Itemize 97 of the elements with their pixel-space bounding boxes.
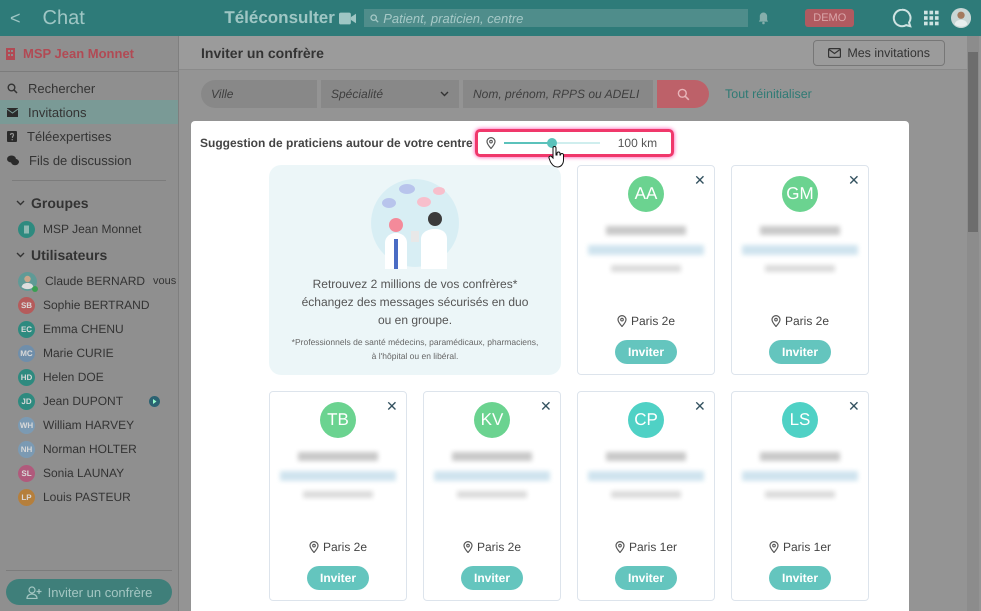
location-pin-icon [308, 541, 319, 553]
chat-bubbles-icon [7, 154, 19, 166]
search-placeholder: Patient, praticien, centre [383, 10, 524, 26]
specialty-select[interactable]: Spécialité [321, 80, 459, 108]
user-item[interactable]: SL Sonia LAUNAY [0, 461, 178, 485]
location-pin-icon [770, 315, 781, 327]
location-pin-icon [768, 541, 779, 553]
user-item[interactable]: MC Marie CURIE [0, 341, 178, 365]
suggestions-title: Suggestion de praticiens autour de votre centre [200, 136, 473, 150]
question-icon [7, 130, 17, 142]
chat-bubble-icon[interactable] [892, 7, 912, 29]
user-avatar: JD [18, 392, 35, 410]
search-icon [7, 82, 18, 94]
location-text: Paris 2e [784, 314, 830, 328]
sidebar-item[interactable]: Téléexpertises [0, 124, 178, 148]
chevron-down-icon [16, 252, 25, 258]
my-invitations-button[interactable]: Mes invitations [813, 40, 945, 66]
practitioner-avatar: LS [782, 402, 818, 438]
user-avatar: EC [18, 320, 35, 338]
user-avatar: LP [18, 488, 35, 506]
user-item[interactable]: Claude BERNARD vous [0, 269, 178, 293]
brand-name: Téléconsulter [224, 8, 335, 28]
add-user-icon [26, 586, 42, 598]
practitioner-avatar: CP [628, 402, 664, 438]
user-avatar: WH [18, 416, 35, 434]
user-avatar [18, 272, 37, 290]
location-text: Paris 2e [476, 540, 522, 554]
user-item[interactable]: HD Helen DOE [0, 365, 178, 389]
practitioner-avatar: GM [782, 176, 818, 212]
invite-button[interactable]: Inviter [461, 566, 523, 590]
group-item[interactable]: MSP Jean Monnet [0, 217, 178, 241]
user-item[interactable]: SB Sophie BERTRAND [0, 293, 178, 317]
app-title: Chat [42, 6, 86, 30]
location-text: Paris 2e [630, 314, 676, 328]
user-item[interactable]: LP Louis PASTEUR [0, 485, 178, 509]
envelope-icon [828, 48, 842, 58]
invite-button[interactable]: Inviter [769, 340, 831, 364]
user-avatar: SL [18, 464, 35, 482]
info-headline: Retrouvez 2 millions de vos confrères* échangez des messages sécurisés en duo ou en groupe. [300, 276, 530, 329]
section-title: Utilisateurs [31, 247, 108, 263]
user-item[interactable]: WH William HARVEY [0, 413, 178, 437]
close-button[interactable]: ✕ [694, 172, 706, 188]
back-button[interactable]: < [10, 8, 21, 28]
sidebar-item[interactable]: Invitations [0, 100, 178, 124]
user-item[interactable]: JD Jean DUPONT [0, 389, 178, 413]
group-avatar [18, 220, 35, 238]
search-field[interactable]: Patient, praticien, centre [364, 9, 748, 27]
page-title: Inviter un confrère [201, 44, 324, 60]
invite-button[interactable]: Inviter [615, 566, 677, 590]
sidebar-item[interactable]: Rechercher [0, 76, 178, 100]
hand-cursor-icon [548, 146, 566, 168]
bell-icon[interactable] [758, 11, 770, 25]
info-note: *Professionnels de santé médecins, paramédicaux, pharmaciens, à l'hôpital ou en libéral. [290, 336, 540, 363]
user-item[interactable]: NH Norman HOLTER [0, 437, 178, 461]
location-text: Paris 1er [628, 540, 678, 554]
location-pin-icon [486, 137, 496, 149]
close-button[interactable]: ✕ [694, 398, 706, 414]
name-field[interactable]: Nom, prénom, RPPS ou ADELI [463, 80, 653, 108]
practitioner-avatar: KV [474, 402, 510, 438]
search-icon [370, 14, 380, 22]
invite-button[interactable]: Inviter [615, 340, 677, 364]
location-pin-icon [462, 541, 473, 553]
user-avatar: SB [18, 296, 35, 314]
chevron-down-icon [16, 200, 25, 206]
close-button[interactable]: ✕ [848, 398, 860, 414]
invite-button[interactable]: Inviter [769, 566, 831, 590]
practitioner-avatar: AA [628, 176, 664, 212]
sidebar-item[interactable]: Fils de discussion [0, 148, 178, 172]
user-avatar: NH [18, 440, 35, 458]
location-pin-icon [614, 541, 625, 553]
building-icon [6, 48, 15, 60]
user-avatar: MC [18, 344, 35, 362]
user-avatar: HD [18, 368, 35, 386]
chevron-down-icon [440, 91, 449, 97]
location-text: Paris 2e [322, 540, 368, 554]
invite-button[interactable]: Inviter [307, 566, 369, 590]
user-avatar[interactable] [950, 7, 971, 29]
slider-thumb[interactable] [546, 138, 557, 148]
location-pin-icon [616, 315, 627, 327]
scrollbar[interactable] [967, 36, 979, 611]
center-name: MSP Jean Monnet [23, 46, 134, 61]
close-button[interactable]: ✕ [386, 398, 398, 414]
location-text: Paris 1er [782, 540, 832, 554]
search-icon [676, 88, 690, 100]
envelope-icon [7, 108, 18, 116]
video-camera-icon [338, 12, 356, 24]
invite-colleague-button[interactable]: Inviter un confrère [6, 579, 172, 605]
apps-grid-icon[interactable] [924, 10, 939, 26]
radius-reading: 100 km [618, 136, 658, 150]
search-button[interactable] [657, 80, 709, 108]
close-button[interactable]: ✕ [540, 398, 552, 414]
section-title: Groupes [31, 195, 89, 211]
close-button[interactable]: ✕ [848, 172, 860, 188]
city-field[interactable]: Ville [201, 80, 317, 108]
demo-badge: DEMO [805, 9, 854, 27]
user-item[interactable]: EC Emma CHENU [0, 317, 178, 341]
practitioner-avatar: TB [320, 402, 356, 438]
